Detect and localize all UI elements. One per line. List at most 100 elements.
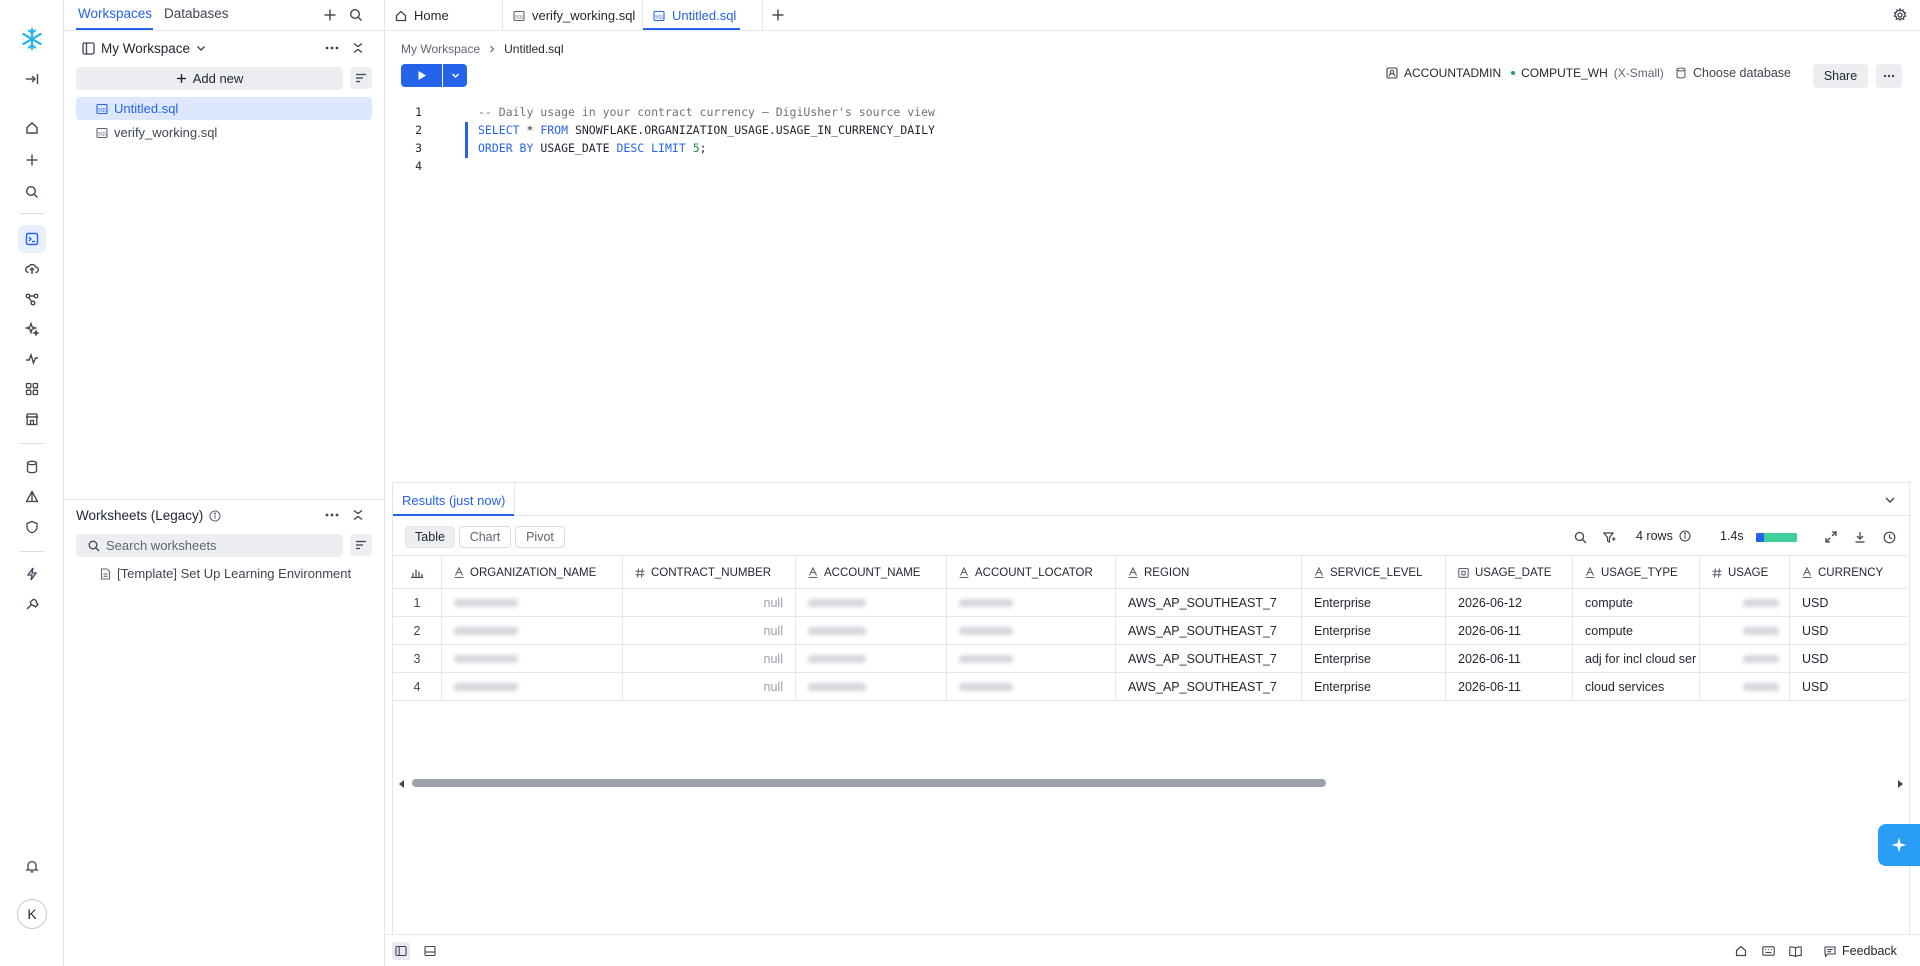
- column-name: REGION: [1144, 566, 1190, 579]
- notification-bell-icon[interactable]: [18, 852, 46, 880]
- table-row[interactable]: 2 null AWS_AP_SOUTHEAST_7 Enterprise 202…: [393, 617, 1908, 645]
- expand-icon[interactable]: [1822, 528, 1840, 546]
- create-icon[interactable]: [18, 146, 46, 174]
- column-header[interactable]: REGION: [1116, 556, 1302, 589]
- column-header[interactable]: SERVICE_LEVEL: [1302, 556, 1446, 589]
- keyboard-icon[interactable]: [1759, 942, 1777, 960]
- chevron-down-icon[interactable]: [1881, 491, 1899, 509]
- gear-icon[interactable]: [1890, 5, 1910, 25]
- monitoring-icon[interactable]: [18, 345, 46, 373]
- column-header[interactable]: ACCOUNT_LOCATOR: [947, 556, 1116, 589]
- scroll-right-icon[interactable]: [1895, 779, 1905, 789]
- sort-button[interactable]: [350, 67, 372, 89]
- divider: [514, 483, 515, 516]
- search-icon[interactable]: [346, 5, 366, 25]
- sql-file-icon: SQL: [96, 103, 108, 115]
- tab-verify-working[interactable]: SQL verify_working.sql: [503, 0, 643, 31]
- share-button[interactable]: Share: [1813, 64, 1868, 88]
- more-options-button[interactable]: [1876, 64, 1902, 88]
- collapse-icon[interactable]: [348, 38, 368, 58]
- run-button[interactable]: [401, 64, 442, 87]
- snowflake-logo-icon[interactable]: [18, 25, 46, 53]
- text-type-icon: [454, 567, 464, 578]
- database-icon[interactable]: [18, 453, 46, 481]
- column-stats-header[interactable]: [393, 556, 442, 589]
- column-header[interactable]: CONTRACT_NUMBER: [623, 556, 796, 589]
- copilot-button[interactable]: [1878, 824, 1920, 866]
- column-header[interactable]: USAGE: [1700, 556, 1790, 589]
- column-name: SERVICE_LEVEL: [1330, 566, 1423, 579]
- toggle-results-icon[interactable]: [421, 942, 439, 960]
- column-header[interactable]: CURRENCY: [1790, 556, 1908, 589]
- tab-workspaces[interactable]: Workspaces: [78, 6, 152, 21]
- view-table-button[interactable]: Table: [405, 526, 455, 548]
- search-worksheets-input[interactable]: Search worksheets: [76, 534, 343, 557]
- more-icon[interactable]: [322, 38, 342, 58]
- tab-databases[interactable]: Databases: [164, 6, 229, 21]
- search-icon[interactable]: [1571, 528, 1589, 546]
- table-cell: Enterprise: [1302, 617, 1446, 644]
- bolt-icon[interactable]: [18, 560, 46, 588]
- docs-book-icon[interactable]: [1786, 942, 1804, 960]
- add-new-button[interactable]: Add new: [76, 67, 343, 90]
- home-icon[interactable]: [1732, 942, 1750, 960]
- transformation-icon[interactable]: [18, 285, 46, 313]
- download-icon[interactable]: [1851, 528, 1869, 546]
- redacted-value: [808, 654, 866, 663]
- table-cell: 2026-06-11: [1446, 617, 1573, 644]
- workspace-selector[interactable]: My Workspace: [82, 38, 206, 58]
- line-number: 2: [415, 123, 422, 137]
- new-tab-icon[interactable]: [768, 5, 788, 25]
- file-item-untitled[interactable]: SQL Untitled.sql: [76, 97, 372, 120]
- template-worksheet-item[interactable]: [Template] Set Up Learning Environment: [100, 566, 351, 581]
- shield-icon[interactable]: [18, 513, 46, 541]
- apps-icon[interactable]: [18, 375, 46, 403]
- table-header-row: ORGANIZATION_NAME CONTRACT_NUMBER ACCOUN…: [393, 555, 1908, 589]
- scroll-left-icon[interactable]: [397, 779, 407, 789]
- column-header[interactable]: USAGE_DATE: [1446, 556, 1573, 589]
- wrench-icon[interactable]: [18, 590, 46, 618]
- choose-database-button[interactable]: Choose database: [1675, 66, 1791, 80]
- code-text: *: [519, 123, 541, 137]
- avatar[interactable]: K: [17, 899, 47, 929]
- tab-underline: [643, 28, 740, 30]
- breadcrumb-root[interactable]: My Workspace: [401, 42, 480, 56]
- table-row[interactable]: 4 null AWS_AP_SOUTHEAST_7 Enterprise 202…: [393, 673, 1908, 701]
- table-row[interactable]: 3 null AWS_AP_SOUTHEAST_7 Enterprise 202…: [393, 645, 1908, 673]
- redacted-value: [959, 654, 1013, 663]
- column-header[interactable]: ACCOUNT_NAME: [796, 556, 947, 589]
- view-pivot-button[interactable]: Pivot: [515, 526, 565, 548]
- column-name: CURRENCY: [1818, 566, 1884, 579]
- projects-icon[interactable]: [18, 225, 46, 253]
- data-ingest-icon[interactable]: [18, 255, 46, 283]
- query-duration: 1.4s: [1720, 529, 1744, 543]
- history-icon[interactable]: [1880, 528, 1898, 546]
- collapse-icon[interactable]: [348, 505, 368, 525]
- tab-untitled[interactable]: SQL Untitled.sql: [643, 0, 763, 31]
- table-row[interactable]: 1 null AWS_AP_SOUTHEAST_7 Enterprise 202…: [393, 589, 1908, 617]
- sort-button[interactable]: [350, 534, 372, 556]
- column-header[interactable]: ORGANIZATION_NAME: [442, 556, 623, 589]
- file-item-verify-working[interactable]: SQL verify_working.sql: [76, 121, 372, 144]
- filter-icon[interactable]: [1600, 528, 1618, 546]
- feedback-button[interactable]: Feedback: [1824, 944, 1897, 958]
- column-header[interactable]: USAGE_TYPE: [1573, 556, 1700, 589]
- info-icon[interactable]: [209, 509, 221, 522]
- run-options-button[interactable]: [443, 64, 467, 87]
- info-icon[interactable]: [1679, 530, 1691, 542]
- ai-ml-icon[interactable]: [18, 315, 46, 343]
- redacted-cell: [442, 617, 623, 644]
- tab-home[interactable]: Home: [385, 0, 503, 31]
- marketplace-icon[interactable]: [18, 405, 46, 433]
- search-icon[interactable]: [18, 178, 46, 206]
- context-selector[interactable]: ACCOUNTADMIN COMPUTE_WH (X-Small): [1386, 66, 1664, 80]
- horizontal-scrollbar[interactable]: [412, 779, 1326, 787]
- toggle-sidebar-icon[interactable]: [392, 942, 410, 960]
- more-icon[interactable]: [322, 505, 342, 525]
- results-tab[interactable]: Results (just now): [402, 493, 505, 508]
- catalog-icon[interactable]: [18, 483, 46, 511]
- view-chart-button[interactable]: Chart: [459, 526, 511, 548]
- add-icon[interactable]: [320, 5, 340, 25]
- home-icon[interactable]: [18, 114, 46, 142]
- collapse-sidebar-icon[interactable]: [18, 65, 46, 93]
